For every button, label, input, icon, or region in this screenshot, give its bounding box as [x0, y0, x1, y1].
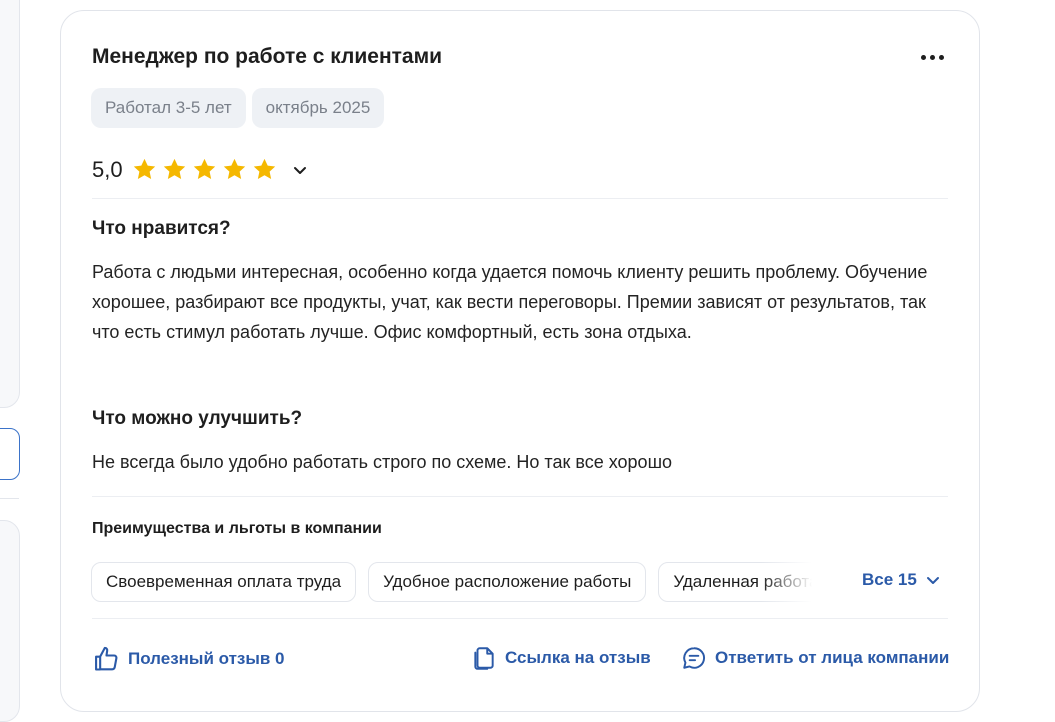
helpful-label: Полезный отзыв 0	[128, 649, 285, 668]
benefits-title: Преимущества и льготы в компании	[92, 520, 382, 537]
more-dots-icon	[929, 54, 935, 60]
copy-review-link-button[interactable]: Ссылка на отзыв	[471, 645, 651, 671]
likes-title: Что нравится?	[92, 218, 231, 239]
divider	[92, 618, 948, 619]
improve-title: Что можно улучшить?	[92, 408, 303, 429]
show-all-benefits-button[interactable]: Все 15	[862, 570, 941, 590]
improve-text: Не всегда было удобно работать строго по…	[92, 452, 673, 472]
star-icon	[193, 158, 215, 179]
more-dots-icon	[920, 54, 926, 60]
chevron-down-icon	[926, 577, 939, 584]
rating-value: 5,0	[92, 156, 123, 182]
more-options-button[interactable]	[918, 47, 946, 67]
review-card: Менеджер по работе с клиентами Работал 3…	[60, 10, 980, 712]
likes-text: Работа с людьми интересная, особенно ког…	[92, 262, 928, 342]
helpful-review-button[interactable]: Полезный отзыв 0	[92, 645, 285, 673]
benefit-chip[interactable]: Своевременная оплата труда	[91, 562, 357, 602]
divider	[92, 496, 948, 497]
star-icon	[223, 158, 245, 179]
benefit-chip[interactable]: Удобное расположение работы	[368, 562, 647, 602]
side-divider	[0, 498, 19, 499]
chat-bubble-icon	[683, 647, 706, 669]
star-icon	[133, 158, 155, 179]
copy-link-label: Ссылка на отзыв	[505, 648, 651, 667]
review-tags: Работал 3-5 лет октябрь 2025	[91, 88, 385, 128]
side-panel-bottom	[0, 520, 20, 722]
copy-link-icon	[474, 647, 494, 670]
side-action-button[interactable]	[0, 428, 20, 480]
more-dots-icon	[938, 54, 944, 60]
tag-date: октябрь 2025	[251, 88, 385, 128]
tag-experience: Работал 3-5 лет	[91, 88, 246, 128]
show-all-label: Все 15	[862, 570, 917, 589]
star-icon	[253, 158, 275, 179]
divider	[92, 198, 948, 199]
star-icon	[163, 158, 185, 179]
rating-row: 5,0	[92, 156, 310, 183]
side-panel-top	[0, 0, 20, 408]
rating-stars	[131, 156, 278, 183]
thumb-up-icon	[95, 646, 118, 671]
benefit-chip[interactable]: Удаленная работа	[658, 562, 821, 602]
reply-label: Ответить от лица компании	[715, 648, 950, 667]
benefits-chips: Своевременная оплата труда Удобное распо…	[91, 562, 821, 602]
reply-as-company-button[interactable]: Ответить от лица компании	[681, 645, 949, 671]
review-title: Менеджер по работе с клиентами	[92, 45, 443, 68]
chevron-down-icon[interactable]	[290, 160, 310, 180]
